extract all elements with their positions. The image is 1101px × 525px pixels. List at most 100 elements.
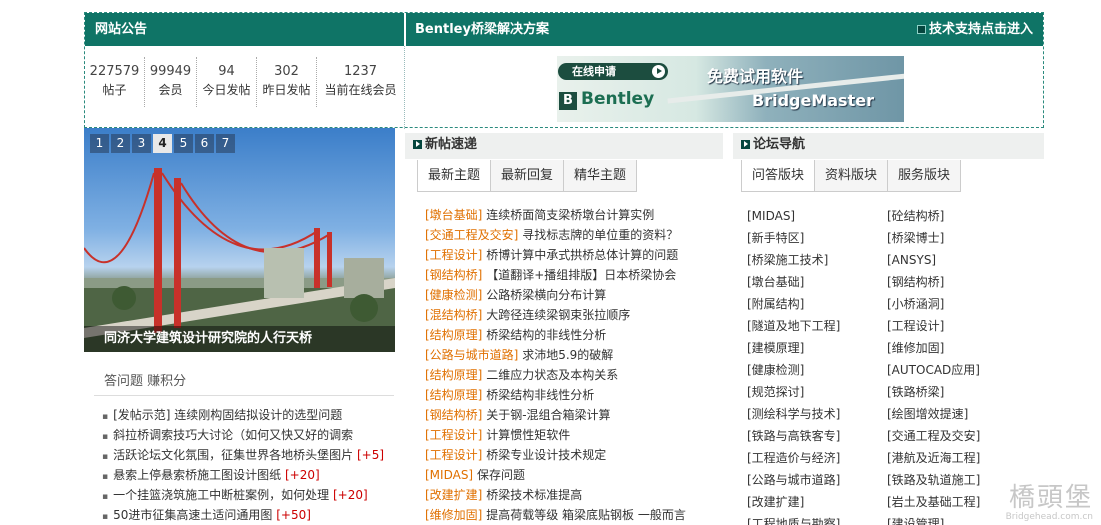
qa-link[interactable]: 悬索上停悬索桥施工图设计图纸: [113, 468, 281, 482]
list-item[interactable]: [MIDAS] 保存问题: [425, 465, 725, 485]
post-title-link[interactable]: 桥梁专业设计技术规定: [486, 448, 606, 462]
list-item[interactable]: [交通工程及交安] 寻找标志牌的单位重的资料？: [425, 225, 725, 245]
list-item[interactable]: 活跃论坛文化氛围，征集世界各地桥头堡图片 [+5]: [102, 445, 402, 465]
post-category-link[interactable]: [改建扩建]: [425, 488, 482, 502]
tab-latest-replies[interactable]: 最新回复: [491, 160, 565, 191]
list-item[interactable]: [结构原理] 桥梁结构的非线性分析: [425, 325, 725, 345]
slider-page-5[interactable]: 5: [174, 134, 193, 153]
post-title-link[interactable]: 连续桥面简支梁桥墩台计算实例: [486, 208, 654, 222]
post-title-link[interactable]: 求沛地5.9的破解: [522, 348, 613, 362]
forum-link[interactable]: [工程造价与经济]: [747, 447, 887, 469]
qa-link[interactable]: 50进市征集高速土适问通用图: [113, 508, 272, 522]
post-category-link[interactable]: [工程设计]: [425, 448, 482, 462]
list-item[interactable]: [钢结构桥] 【道翻译+播组排版】日本桥梁协会: [425, 265, 725, 285]
forum-link[interactable]: [规范探讨]: [747, 381, 887, 403]
forum-link[interactable]: [公路与城市道路]: [747, 469, 887, 491]
slider-page-2[interactable]: 2: [111, 134, 130, 153]
tab-featured-topics[interactable]: 精华主题: [564, 160, 638, 191]
post-title-link[interactable]: 大跨径连续梁钢束张拉顺序: [486, 308, 630, 322]
list-item[interactable]: [改建扩建] 桥梁技术标准提高: [425, 485, 725, 505]
post-title-link[interactable]: 桥梁结构的非线性分析: [486, 328, 606, 342]
tab-qa-boards[interactable]: 问答版块: [741, 160, 816, 191]
forum-link[interactable]: [健康检测]: [747, 359, 887, 381]
list-item[interactable]: 悬索上停悬索桥施工图设计图纸 [+20]: [102, 465, 402, 485]
forum-link[interactable]: [新手特区]: [747, 227, 887, 249]
list-item[interactable]: [钢结构桥] 关于钢-混组合箱梁计算: [425, 405, 725, 425]
forum-link[interactable]: [绘图增效提速]: [887, 403, 1037, 425]
slider-page-1[interactable]: 1: [90, 134, 109, 153]
qa-link[interactable]: 斜拉桥调索技巧大讨论（如何又快又好的调索: [113, 428, 353, 442]
forum-link[interactable]: [附属结构]: [747, 293, 887, 315]
tech-support-link[interactable]: 技术支持点击进入: [916, 13, 1033, 46]
post-category-link[interactable]: [交通工程及交安]: [425, 228, 518, 242]
post-title-link[interactable]: 提高荷载等级 箱梁底贴钢板 一般而言: [486, 508, 686, 522]
forum-link[interactable]: [工程地质与勘察]: [747, 513, 887, 525]
forum-link[interactable]: [墩台基础]: [747, 271, 887, 293]
forum-link[interactable]: [港航及近海工程]: [887, 447, 1037, 469]
forum-link[interactable]: [ANSYS]: [887, 249, 1037, 271]
list-item[interactable]: 50进市征集高速土适问通用图 [+50]: [102, 505, 402, 525]
slider-page-4[interactable]: 4: [153, 134, 172, 153]
forum-link[interactable]: [桥梁博士]: [887, 227, 1037, 249]
tab-service-boards[interactable]: 服务版块: [888, 160, 962, 191]
qa-link[interactable]: [发帖示范] 连续刚构固结拟设计的选型问题: [113, 408, 342, 422]
slider-caption[interactable]: 同济大学建筑设计研究院的人行天桥: [84, 326, 395, 352]
post-category-link[interactable]: [墩台基础]: [425, 208, 482, 222]
post-category-link[interactable]: [结构原理]: [425, 368, 482, 382]
post-category-link[interactable]: [健康检测]: [425, 288, 482, 302]
forum-link[interactable]: [交通工程及交安]: [887, 425, 1037, 447]
list-item[interactable]: [工程设计] 桥梁专业设计技术规定: [425, 445, 725, 465]
apply-online-button[interactable]: 在线申请: [558, 63, 668, 80]
qa-link[interactable]: 活跃论坛文化氛围，征集世界各地桥头堡图片: [113, 448, 353, 462]
list-item[interactable]: [公路与城市道路] 求沛地5.9的破解: [425, 345, 725, 365]
post-title-link[interactable]: 寻找标志牌的单位重的资料？: [522, 228, 678, 242]
list-item[interactable]: [混结构桥] 大跨径连续梁钢束张拉顺序: [425, 305, 725, 325]
forum-link[interactable]: [铁路桥梁]: [887, 381, 1037, 403]
post-title-link[interactable]: 桥梁技术标准提高: [486, 488, 582, 502]
post-category-link[interactable]: [公路与城市道路]: [425, 348, 518, 362]
list-item[interactable]: [墩台基础] 连续桥面简支梁桥墩台计算实例: [425, 205, 725, 225]
list-item[interactable]: [维修加固] 提高荷载等级 箱梁底贴钢板 一般而言: [425, 505, 725, 525]
post-title-link[interactable]: 【道翻译+播组排版】日本桥梁协会: [486, 268, 676, 282]
post-category-link[interactable]: [混结构桥]: [425, 308, 482, 322]
forum-link[interactable]: [小桥涵洞]: [887, 293, 1037, 315]
post-category-link[interactable]: [钢结构桥]: [425, 268, 482, 282]
forum-link[interactable]: [MIDAS]: [747, 205, 887, 227]
list-item[interactable]: 斜拉桥调索技巧大讨论（如何又快又好的调索: [102, 425, 402, 445]
post-title-link[interactable]: 桥梁结构非线性分析: [486, 388, 594, 402]
post-category-link[interactable]: [工程设计]: [425, 248, 482, 262]
forum-link[interactable]: [维修加固]: [887, 337, 1037, 359]
forum-link[interactable]: [工程设计]: [887, 315, 1037, 337]
bentley-banner[interactable]: 在线申请 B Bentley 免费试用软件 BridgeMaster: [557, 56, 904, 122]
forum-link[interactable]: [砼结构桥]: [887, 205, 1037, 227]
list-item[interactable]: [工程设计] 计算惯性矩软件: [425, 425, 725, 445]
post-title-link[interactable]: 保存问题: [477, 468, 525, 482]
forum-link[interactable]: [隧道及地下工程]: [747, 315, 887, 337]
slider-page-3[interactable]: 3: [132, 134, 151, 153]
forum-link[interactable]: [改建扩建]: [747, 491, 887, 513]
post-title-link[interactable]: 关于钢-混组合箱梁计算: [486, 408, 610, 422]
list-item[interactable]: [结构原理] 桥梁结构非线性分析: [425, 385, 725, 405]
forum-link[interactable]: [桥梁施工技术]: [747, 249, 887, 271]
post-category-link[interactable]: [MIDAS]: [425, 468, 473, 482]
list-item[interactable]: [发帖示范] 连续刚构固结拟设计的选型问题: [102, 405, 402, 425]
slider-page-6[interactable]: 6: [195, 134, 214, 153]
list-item[interactable]: [工程设计] 桥博计算中承式拱桥总体计算的问题: [425, 245, 725, 265]
forum-link[interactable]: [钢结构桥]: [887, 271, 1037, 293]
post-category-link[interactable]: [维修加固]: [425, 508, 482, 522]
list-item[interactable]: [结构原理] 二维应力状态及本构关系: [425, 365, 725, 385]
list-item[interactable]: 一个挂篮浇筑施工中断桩案例，如何处理 [+20]: [102, 485, 402, 505]
image-slider[interactable]: 1 2 3 4 5 6 7 同济大学建筑设计研究院的人行天桥: [84, 128, 395, 352]
post-category-link[interactable]: [结构原理]: [425, 328, 482, 342]
post-title-link[interactable]: 公路桥梁横向分布计算: [486, 288, 606, 302]
post-title-link[interactable]: 桥博计算中承式拱桥总体计算的问题: [486, 248, 678, 262]
forum-link[interactable]: [AUTOCAD应用]: [887, 359, 1037, 381]
post-title-link[interactable]: 二维应力状态及本构关系: [486, 368, 618, 382]
post-category-link[interactable]: [钢结构桥]: [425, 408, 482, 422]
tab-resource-boards[interactable]: 资料版块: [815, 160, 889, 191]
list-item[interactable]: [健康检测] 公路桥梁横向分布计算: [425, 285, 725, 305]
solution-title[interactable]: Bentley桥梁解决方案: [415, 22, 549, 37]
forum-link[interactable]: [铁路与高铁客专]: [747, 425, 887, 447]
tab-latest-topics[interactable]: 最新主题: [417, 160, 492, 191]
post-category-link[interactable]: [工程设计]: [425, 428, 482, 442]
